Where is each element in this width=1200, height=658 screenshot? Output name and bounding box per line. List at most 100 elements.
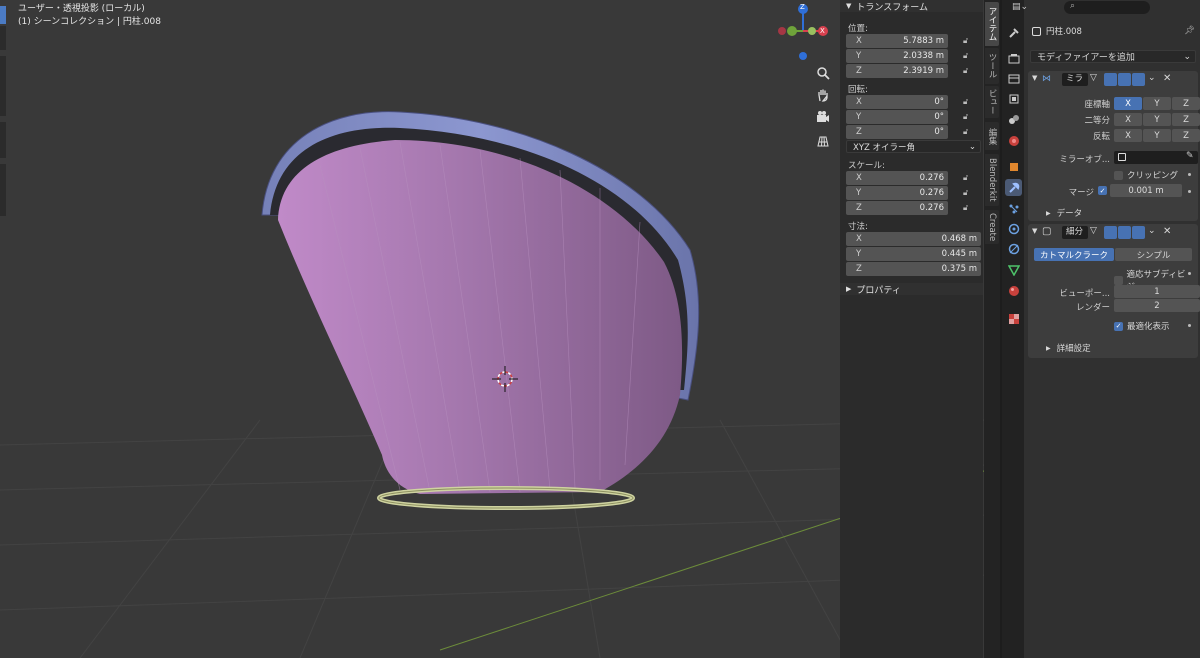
modifier-wrench-icon[interactable] (1005, 179, 1022, 196)
rotation-y-field[interactable]: Y 0° (846, 110, 948, 124)
object-icon[interactable] (1005, 158, 1022, 175)
texture-icon[interactable] (1005, 310, 1022, 327)
mirror-object-field[interactable]: ✎ (1114, 151, 1198, 164)
advanced-subpanel-header[interactable]: ▶ 詳細設定 (1046, 342, 1091, 354)
lock-icon[interactable]: 🔓︎ (963, 66, 973, 76)
lock-icon[interactable]: 🔓︎ (963, 203, 973, 213)
tab-tool[interactable]: ツール (985, 48, 999, 84)
keyframe-dot-icon[interactable] (1188, 190, 1191, 193)
location-x-field[interactable]: X 5.7883 m (846, 34, 948, 48)
bisect-z-button[interactable]: Z (1172, 113, 1200, 126)
location-y-field[interactable]: Y 2.0338 m (846, 49, 948, 63)
edit-mode-toggle-icon[interactable] (1104, 73, 1117, 86)
camera-icon[interactable] (812, 106, 834, 128)
tab-item[interactable]: アイテム (985, 2, 999, 46)
merge-checkbox[interactable]: ✓ (1098, 186, 1107, 195)
pin-icon[interactable]: 📌︎ (1184, 26, 1195, 36)
keyframe-dot-icon[interactable] (1188, 324, 1191, 327)
editor-type-icon[interactable]: ▤⌄ (1012, 2, 1028, 12)
search-input[interactable]: ⌕ (1064, 1, 1150, 14)
bisect-y-button[interactable]: Y (1143, 113, 1171, 126)
mirror-axis-y-button[interactable]: Y (1143, 97, 1171, 110)
physics-icon[interactable] (1005, 220, 1022, 237)
scene-icon[interactable] (1005, 110, 1022, 127)
toolbar-strip[interactable] (0, 26, 6, 50)
render-toggle-icon[interactable] (1132, 73, 1145, 86)
lock-icon[interactable]: 🔓︎ (963, 173, 973, 183)
transform-panel-header[interactable]: ▼ トランスフォーム (840, 0, 983, 13)
viewport-display-toggle-icon[interactable] (1118, 73, 1131, 86)
world-icon[interactable] (1005, 132, 1022, 149)
toolbar-strip-active[interactable] (0, 6, 6, 24)
keyframe-dot-icon[interactable] (1188, 272, 1191, 275)
toolbar-strip[interactable] (0, 164, 6, 216)
close-icon[interactable]: ✕ (1163, 73, 1171, 84)
render-levels-field[interactable]: 2 (1114, 299, 1200, 312)
mesh-data-icon[interactable] (1005, 261, 1022, 278)
rotation-x-field[interactable]: X 0° (846, 95, 948, 109)
view-layer-icon[interactable] (1005, 90, 1022, 107)
dimensions-x-field[interactable]: X 0.468 m (846, 232, 981, 246)
tab-view[interactable]: ビュー (985, 86, 999, 118)
zoom-icon[interactable] (812, 62, 834, 84)
rotation-z-field[interactable]: Z 0° (846, 125, 948, 139)
add-modifier-dropdown[interactable]: モディファイアーを追加 ⌄ (1030, 50, 1196, 63)
edit-mode-toggle-icon[interactable] (1104, 226, 1117, 239)
chevron-down-icon[interactable]: ⌄ (1148, 73, 1156, 83)
hand-pan-icon[interactable] (812, 84, 834, 106)
mirror-axis-x-button[interactable]: X (1114, 97, 1142, 110)
merge-distance-field[interactable]: 0.001 m (1110, 184, 1182, 197)
collapse-triangle-icon[interactable]: ▼ (1032, 227, 1037, 235)
chevron-down-icon[interactable]: ⌄ (1148, 226, 1156, 236)
optimal-display-checkbox[interactable]: ✓ (1114, 321, 1123, 331)
rotation-mode-select[interactable]: XYZ オイラー角 ⌄ (846, 140, 981, 153)
particles-icon[interactable] (1005, 200, 1022, 217)
lock-icon[interactable]: 🔓︎ (963, 127, 973, 137)
properties-panel-header[interactable]: ▶ プロパティ (840, 283, 983, 296)
mirror-axis-z-button[interactable]: Z (1172, 97, 1200, 110)
tab-blenderkit[interactable]: Blenderkit (985, 154, 999, 206)
tab-edit[interactable]: 編集 (985, 122, 999, 150)
lock-icon[interactable]: 🔓︎ (963, 36, 973, 46)
toolbar-strip[interactable] (0, 56, 6, 116)
scale-x-field[interactable]: X 0.276 (846, 171, 948, 185)
location-z-field[interactable]: Z 2.3919 m (846, 64, 948, 78)
ortho-grid-icon[interactable] (812, 130, 834, 152)
dimensions-y-field[interactable]: Y 0.445 m (846, 247, 981, 261)
mirror-name-field[interactable]: ミラ (1062, 73, 1088, 86)
viewport-display-toggle-icon[interactable] (1118, 226, 1131, 239)
flip-x-button[interactable]: X (1114, 129, 1142, 142)
flip-z-button[interactable]: Z (1172, 129, 1200, 142)
scale-y-field[interactable]: Y 0.276 (846, 186, 948, 200)
tool-icon[interactable] (1005, 24, 1022, 41)
object-name[interactable]: 円柱.008 (1046, 25, 1082, 37)
scale-z-field[interactable]: Z 0.276 (846, 201, 948, 215)
3d-viewport[interactable]: ユーザー・透視投影 (ローカル) (1) シーンコレクション | 円柱.008 … (0, 0, 987, 658)
bisect-x-button[interactable]: X (1114, 113, 1142, 126)
eyedropper-icon[interactable]: ✎ (1186, 151, 1194, 161)
optimal-display-row[interactable]: ✓ 最適化表示 (1114, 320, 1170, 332)
toolbar-strip[interactable] (0, 122, 6, 158)
keyframe-dot-icon[interactable] (1188, 173, 1191, 176)
simple-button[interactable]: シンプル (1115, 248, 1192, 261)
lock-icon[interactable]: 🔓︎ (963, 51, 973, 61)
edit-mode-cage-icon[interactable]: ▽ (1090, 73, 1104, 86)
adaptive-subdivision-checkbox[interactable] (1114, 275, 1123, 285)
lock-icon[interactable]: 🔓︎ (963, 112, 973, 122)
render-toggle-icon[interactable] (1132, 226, 1145, 239)
data-subpanel-header[interactable]: ▶ データ (1046, 207, 1082, 219)
constraints-icon[interactable] (1005, 240, 1022, 257)
lock-icon[interactable]: 🔓︎ (963, 97, 973, 107)
close-icon[interactable]: ✕ (1163, 226, 1171, 237)
output-icon[interactable] (1005, 70, 1022, 87)
material-icon[interactable] (1005, 282, 1022, 299)
clipping-checkbox-row[interactable]: クリッピング (1114, 169, 1178, 181)
lock-icon[interactable]: 🔓︎ (963, 188, 973, 198)
flip-y-button[interactable]: Y (1143, 129, 1171, 142)
render-icon[interactable] (1005, 50, 1022, 67)
clipping-checkbox[interactable] (1114, 170, 1123, 180)
catmull-clark-button[interactable]: カトマルクラーク (1034, 248, 1114, 261)
tab-create[interactable]: Create (985, 210, 999, 244)
dimensions-z-field[interactable]: Z 0.375 m (846, 262, 981, 276)
edit-mode-cage-icon[interactable]: ▽ (1090, 226, 1104, 239)
